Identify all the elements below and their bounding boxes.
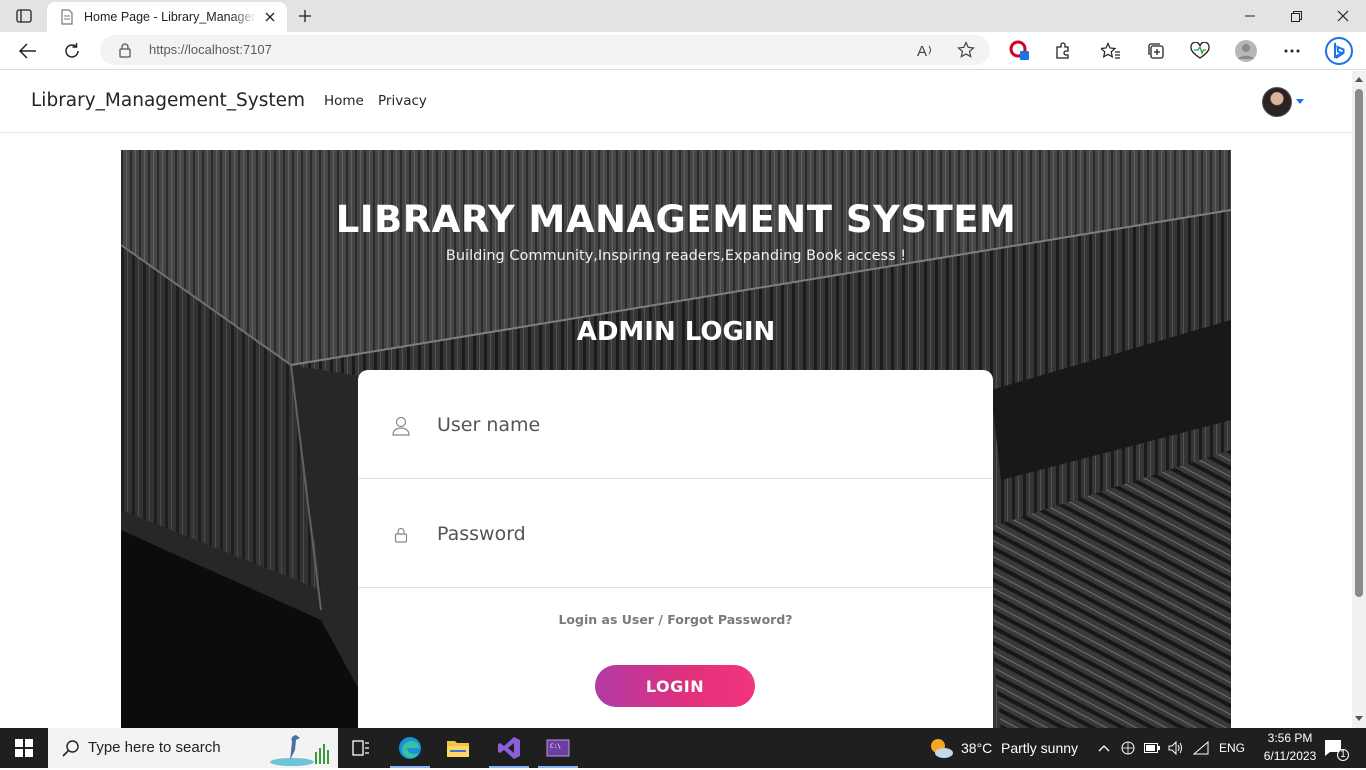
chevron-down-icon[interactable] [1296, 99, 1304, 104]
scroll-down-icon[interactable] [1355, 714, 1363, 722]
close-tab-icon[interactable] [261, 8, 279, 26]
performance-icon[interactable] [1186, 37, 1214, 65]
restore-icon[interactable] [1273, 0, 1319, 32]
site-navbar: Library_Management_System Home Privacy [0, 71, 1352, 133]
page-favicon-icon [59, 9, 75, 25]
user-icon [391, 416, 411, 436]
scroll-thumb[interactable] [1355, 89, 1363, 597]
lock-icon[interactable] [118, 42, 132, 62]
weather-temperature[interactable]: 38°C [961, 740, 992, 756]
bing-icon[interactable] [1323, 35, 1355, 67]
notification-count-badge: 1 [1337, 749, 1349, 761]
favorite-star-icon[interactable] [956, 40, 976, 60]
page-subtitle: Building Community,Inspiring readers,Exp… [445, 248, 907, 264]
terminal-icon[interactable]: C:\ [534, 728, 582, 768]
network-status-icon[interactable] [1120, 740, 1136, 756]
weather-description[interactable]: Partly sunny [1001, 740, 1078, 756]
scroll-up-icon[interactable] [1355, 75, 1363, 83]
password-input[interactable] [437, 515, 957, 553]
chevron-up-icon[interactable] [1096, 740, 1112, 756]
tab-actions-icon[interactable] [10, 7, 38, 25]
profile-icon[interactable] [1232, 37, 1260, 65]
search-placeholder: Type here to search [88, 739, 221, 756]
windows-taskbar: Type here to search C:\ 38°C Partly sunn… [0, 728, 1366, 768]
read-aloud-icon[interactable]: A [916, 40, 936, 60]
search-highlight-heron-icon [270, 730, 336, 770]
new-tab-icon[interactable] [294, 6, 316, 26]
nav-privacy-link[interactable]: Privacy [378, 93, 427, 109]
wifi-icon[interactable] [1193, 740, 1209, 756]
extension-red-icon[interactable] [1006, 37, 1034, 65]
weather-icon[interactable] [928, 736, 954, 764]
username-row [358, 370, 993, 479]
extensions-icon[interactable] [1049, 37, 1077, 65]
minimize-icon[interactable] [1227, 0, 1273, 32]
volume-icon[interactable] [1168, 740, 1184, 756]
collections-icon[interactable] [1142, 37, 1170, 65]
windows-start-icon[interactable] [0, 728, 48, 768]
brand-link[interactable]: Library_Management_System [31, 90, 305, 111]
edge-taskbar-icon[interactable] [386, 728, 434, 768]
address-bar[interactable]: https://localhost:7107 A [100, 35, 990, 65]
active-tab[interactable]: Home Page - Library_Management_System [47, 2, 287, 32]
nav-home-link[interactable]: Home [324, 93, 364, 109]
task-view-icon[interactable] [337, 728, 385, 768]
username-input[interactable] [437, 406, 957, 444]
forgot-password-link[interactable]: Login as User / Forgot Password? [358, 612, 993, 627]
favorites-icon[interactable] [1097, 37, 1125, 65]
password-row [358, 479, 993, 588]
user-avatar[interactable] [1262, 87, 1292, 117]
browser-tab-bar: Home Page - Library_Management_System [0, 0, 1366, 32]
close-window-icon[interactable] [1320, 0, 1366, 32]
login-heading: ADMIN LOGIN [576, 317, 776, 347]
visual-studio-icon[interactable] [485, 728, 533, 768]
clock-time[interactable]: 3:56 PM [1260, 731, 1320, 745]
browser-toolbar: https://localhost:7107 A [0, 32, 1366, 70]
page-scrollbar[interactable] [1352, 71, 1366, 728]
hero-section: LIBRARY MANAGEMENT SYSTEM Building Commu… [121, 150, 1231, 728]
refresh-icon[interactable] [58, 37, 86, 65]
login-card: Login as User / Forgot Password? LOGIN [358, 370, 993, 728]
page-title: LIBRARY MANAGEMENT SYSTEM [335, 198, 1017, 241]
taskbar-search-box[interactable]: Type here to search [48, 728, 338, 768]
url-text[interactable]: https://localhost:7107 [149, 42, 272, 57]
language-indicator[interactable]: ENG [1219, 741, 1245, 755]
tab-title: Home Page - Library_Management_System [84, 10, 257, 24]
lock-icon [391, 525, 411, 545]
file-explorer-icon[interactable] [434, 728, 482, 768]
svg-text:A: A [917, 43, 927, 58]
svg-text:C:\: C:\ [550, 743, 561, 750]
login-button[interactable]: LOGIN [595, 665, 755, 707]
search-icon [62, 739, 80, 761]
battery-icon[interactable] [1144, 740, 1160, 756]
more-icon[interactable] [1278, 37, 1306, 65]
clock-date[interactable]: 6/11/2023 [1254, 749, 1326, 763]
page-viewport: Library_Management_System Home Privacy L… [0, 71, 1352, 728]
back-icon[interactable] [14, 37, 42, 65]
